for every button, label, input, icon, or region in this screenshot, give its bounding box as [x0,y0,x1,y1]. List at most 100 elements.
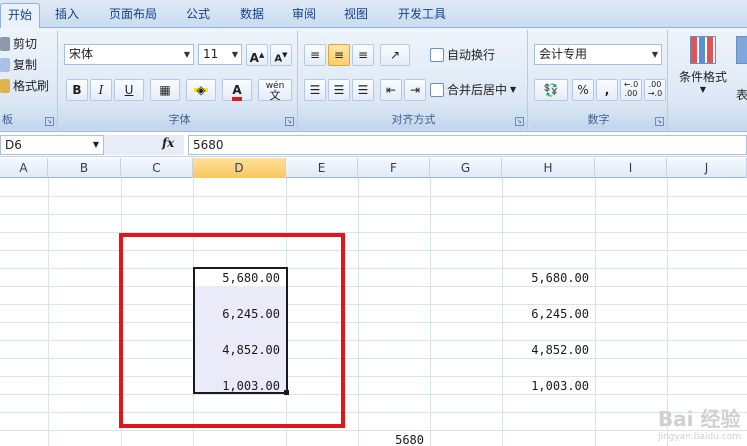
font-size-select[interactable]: 11 ▼ [198,44,242,65]
column-header-h[interactable]: H [502,158,595,178]
font-size-value: 11 [203,47,219,61]
scissors-icon [0,37,10,51]
conditional-formatting-icon [690,36,716,64]
wrap-text-icon [430,48,444,62]
comma-style-button[interactable]: , [596,79,618,101]
clipboard-launcher-icon[interactable]: ↘ [45,117,54,126]
name-box-value: D6 [5,138,22,152]
tab-view[interactable]: 视图 [336,3,376,28]
number-launcher-icon[interactable]: ↘ [655,117,664,126]
number-group: 会计专用 ▼ 💱 % , ←.0 .00 .00 →.0 数字 ↘ [530,30,668,130]
tab-developer[interactable]: 开发工具 [390,3,454,28]
align-middle-icon: ≡ [333,48,345,62]
align-bottom-icon: ≡ [357,48,369,62]
align-middle-button[interactable]: ≡ [328,44,350,66]
align-left-button[interactable]: ☰ [304,79,326,101]
copy-label: 复制 [13,58,38,72]
tab-insert[interactable]: 插入 [45,3,89,28]
merge-center-button[interactable]: 合并后居中 ▼ [430,80,516,100]
format-as-table-label: 表格 [736,88,747,102]
font-group: 宋体 ▼ 11 ▼ A▲ A▼ B I U ▦ ◈ A wén 文 字体 ↘ [62,30,298,130]
column-header-e[interactable]: E [286,158,358,178]
increase-decimal-button[interactable]: ←.0 .00 [620,79,642,101]
column-header-f[interactable]: F [358,158,430,178]
formula-input[interactable]: 5680 [188,135,747,155]
table-icon [736,36,747,64]
cell-f-value[interactable]: 5680 [358,430,430,446]
number-format-value: 会计专用 [539,47,588,61]
watermark-main: Bai 经验 [657,407,741,431]
column-header-b[interactable]: B [48,158,121,178]
fill-color-button[interactable]: ◈ [186,79,216,101]
worksheet-grid[interactable]: 5,680.00 6,245.00 4,852.00 1,003.00 5,68… [0,178,747,446]
font-launcher-icon[interactable]: ↘ [285,117,294,126]
tab-home[interactable]: 开始 [0,3,40,28]
cell-h12[interactable]: 1,003.00 [502,376,595,396]
grow-font-button[interactable]: A▲ [246,44,268,66]
clipboard-group: 剪切 复制 格式刷 板 ↘ [0,30,58,130]
cut-label: 剪切 [13,37,38,51]
font-group-label: 字体 [62,112,297,128]
font-name-select[interactable]: 宋体 ▼ [64,44,194,65]
conditional-formatting-button[interactable]: 条件格式 ▼ [674,36,732,106]
bold-button[interactable]: B [66,79,88,101]
accounting-format-button[interactable]: 💱 [534,79,568,101]
align-top-button[interactable]: ≡ [304,44,326,66]
increase-indent-button[interactable]: ⇥ [404,79,426,101]
phonetic-guide-button[interactable]: wén 文 [258,79,292,101]
column-header-g[interactable]: G [430,158,502,178]
number-format-select[interactable]: 会计专用 ▼ [534,44,662,65]
wrap-text-button[interactable]: 自动换行 [430,45,495,65]
decrease-decimal-button[interactable]: .00 →.0 [644,79,666,101]
copy-button[interactable]: 复制 [0,55,37,75]
shrink-font-button[interactable]: A▼ [270,44,292,66]
align-center-button[interactable]: ☰ [328,79,350,101]
column-header-j[interactable]: J [667,158,747,178]
cell-h6[interactable]: 5,680.00 [502,268,595,288]
chevron-down-icon: ▼ [651,50,658,59]
name-box[interactable]: D6 ▼ [0,135,104,155]
formula-bar: D6 ▼ fx 5680 [0,133,747,157]
cell-h10[interactable]: 4,852.00 [502,340,595,360]
decrease-decimal-icon: .00 →.0 [647,80,663,98]
tab-formulas[interactable]: 公式 [178,3,218,28]
align-right-button[interactable]: ☰ [352,79,374,101]
column-header-i[interactable]: I [595,158,667,178]
wrap-text-label: 自动换行 [447,48,496,62]
increase-decimal-icon: ←.0 .00 [623,80,639,98]
cut-button[interactable]: 剪切 [0,34,37,54]
currency-icon: 💱 [543,83,559,97]
column-header-d[interactable]: D [193,158,286,178]
insert-function-icon[interactable]: fx [162,136,174,150]
borders-button[interactable]: ▦ [150,79,180,101]
alignment-launcher-icon[interactable]: ↘ [515,117,524,126]
decrease-indent-button[interactable]: ⇤ [380,79,402,101]
percent-style-button[interactable]: % [572,79,594,101]
italic-button[interactable]: I [90,79,112,101]
column-header-row: A B C D E F G H I J [0,158,747,178]
chevron-down-icon: ▼ [92,140,99,149]
highlight-annotation-box [119,233,345,428]
cell-h8[interactable]: 6,245.00 [502,304,595,324]
chevron-down-icon: ▼ [699,85,707,94]
chevron-down-icon: ▼ [510,85,517,94]
align-bottom-button[interactable]: ≡ [352,44,374,66]
tab-page-layout[interactable]: 页面布局 [100,3,166,28]
column-header-a[interactable]: A [0,158,48,178]
number-group-label: 数字 [530,112,667,128]
conditional-formatting-label: 条件格式 [678,70,727,84]
align-top-icon: ≡ [309,48,321,62]
orientation-button[interactable]: ↗ [380,44,410,66]
orientation-icon: ↗ [389,48,401,62]
font-color-button[interactable]: A [222,79,252,101]
font-name-value: 宋体 [69,47,94,61]
underline-button[interactable]: U [114,79,144,101]
align-right-icon: ☰ [357,83,369,97]
grow-font-label: A [249,51,259,65]
tab-review[interactable]: 审阅 [284,3,324,28]
tab-data[interactable]: 数据 [230,3,274,28]
column-header-c[interactable]: C [121,158,193,178]
merge-center-label: 合并后居中 [447,83,508,97]
format-as-table-button[interactable]: 表格 [736,36,747,106]
format-painter-button[interactable]: 格式刷 [0,76,49,96]
